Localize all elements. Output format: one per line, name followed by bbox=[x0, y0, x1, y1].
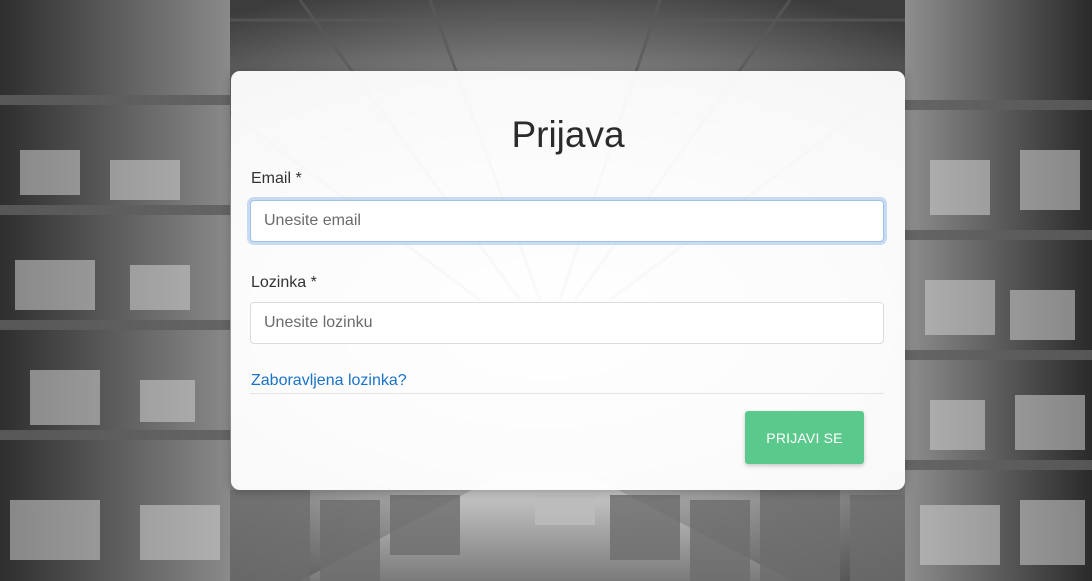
login-button[interactable]: PRIJAVI SE bbox=[745, 411, 864, 464]
email-label: Email * bbox=[251, 170, 302, 187]
login-card: Prijava Email * Lozinka * Zaboravljena l… bbox=[231, 71, 905, 490]
page-title: Prijava bbox=[511, 114, 625, 155]
divider bbox=[250, 393, 884, 394]
email-input[interactable] bbox=[250, 200, 884, 242]
forgot-password-link[interactable]: Zaboravljena lozinka? bbox=[251, 371, 407, 391]
password-label: Lozinka * bbox=[251, 274, 317, 291]
password-input[interactable] bbox=[250, 302, 884, 344]
